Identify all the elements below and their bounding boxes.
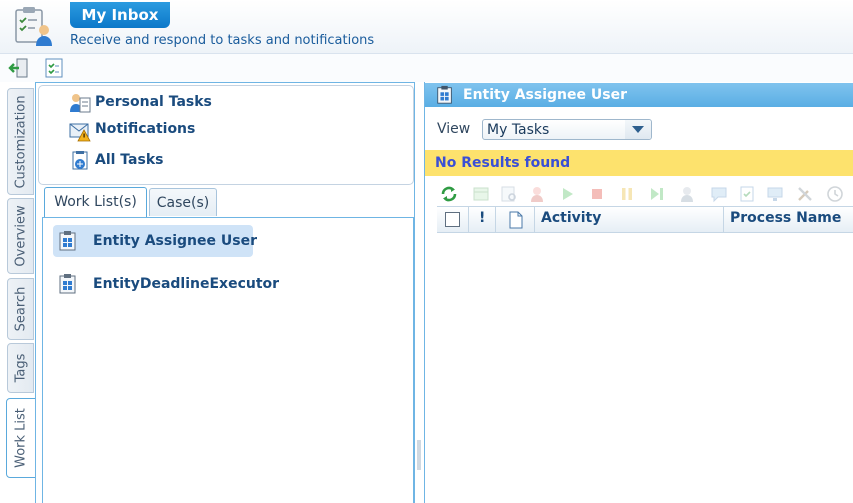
- open-task-icon: [473, 187, 489, 201]
- view-label: View: [437, 121, 471, 137]
- worklist-label: EntityDeadlineExecutor: [93, 276, 280, 292]
- side-tab-search[interactable]: Search: [7, 278, 34, 340]
- personal-tasks-icon: [70, 94, 91, 113]
- select-all-checkbox[interactable]: [445, 212, 460, 227]
- worklist-icon: [59, 274, 76, 294]
- task-action-toolbar: [436, 183, 853, 205]
- side-tab-label: Search: [13, 286, 28, 332]
- exit-icon[interactable]: [8, 57, 30, 79]
- preview-icon: [501, 186, 516, 202]
- column-priority-label: !: [479, 210, 486, 226]
- side-tab-label: Tags: [13, 353, 28, 383]
- nav-personal-tasks[interactable]: Personal Tasks: [95, 94, 212, 110]
- nav-all-tasks[interactable]: All Tasks: [95, 152, 163, 168]
- worklist-item-entity-deadline-executor[interactable]: EntityDeadlineExecutor: [53, 268, 279, 300]
- comment-icon: [711, 187, 727, 203]
- side-tab-label: Overview: [13, 205, 28, 267]
- column-activity[interactable]: Activity: [535, 207, 724, 232]
- stop-icon: [592, 189, 602, 199]
- assign-user-icon: [681, 187, 693, 202]
- tab-cases[interactable]: Case(s): [149, 188, 217, 216]
- worklist-icon: [437, 85, 452, 104]
- side-tab-label: Customization: [13, 94, 28, 189]
- view-select[interactable]: My Tasks: [482, 119, 652, 140]
- page-subtitle: Receive and respond to tasks and notific…: [70, 33, 375, 48]
- task-grid-header: ! Activity Process Name: [437, 206, 853, 233]
- no-results-banner: No Results found: [425, 150, 853, 176]
- nav-notifications[interactable]: Notifications: [95, 121, 195, 137]
- side-tab-overview[interactable]: Overview: [7, 198, 34, 274]
- notification-envelope-icon: [69, 123, 91, 142]
- tab-work-lists[interactable]: Work List(s): [44, 187, 147, 218]
- forward-icon: [651, 188, 663, 200]
- inbox-clipboard-user-icon: [15, 7, 52, 46]
- refresh-icon[interactable]: [440, 185, 458, 203]
- panel-splitter-handle[interactable]: [417, 440, 421, 470]
- all-tasks-icon: [72, 151, 88, 170]
- checklist-icon[interactable]: [43, 57, 65, 79]
- column-process-name[interactable]: Process Name: [724, 207, 853, 232]
- start-icon: [563, 188, 573, 200]
- document-icon: [509, 211, 523, 229]
- monitor-icon: [767, 187, 783, 201]
- column-select-all: [437, 207, 469, 232]
- app-header: My Inbox Receive and respond to tasks an…: [0, 0, 853, 54]
- right-panel: [424, 82, 853, 503]
- pause-icon: [622, 188, 632, 200]
- delegate-icon: [531, 187, 543, 202]
- column-activity-label: Activity: [541, 210, 602, 226]
- view-select-value: My Tasks: [487, 122, 550, 138]
- column-process-name-label: Process Name: [730, 210, 842, 226]
- worklist-label: Entity Assignee User: [93, 233, 257, 249]
- task-nav: Personal Tasks Notifications All Tasks: [38, 85, 414, 185]
- attachment-icon: [740, 186, 754, 202]
- side-tab-work-list[interactable]: Work List: [6, 398, 36, 478]
- worklist-icon: [59, 231, 76, 251]
- main-toolbar: [0, 54, 853, 82]
- page-title: My Inbox: [70, 2, 170, 28]
- right-panel-header: Entity Assignee User: [425, 83, 853, 107]
- worklist-panel: Entity Assignee User EntityDeadlineExecu…: [42, 217, 414, 503]
- side-tab-tags[interactable]: Tags: [7, 343, 34, 393]
- chevron-down-icon[interactable]: [625, 120, 651, 139]
- tools-icon: [798, 187, 812, 201]
- right-panel-title: Entity Assignee User: [463, 87, 627, 103]
- history-clock-icon: [827, 186, 843, 202]
- column-priority[interactable]: !: [469, 207, 496, 232]
- side-tab-customization[interactable]: Customization: [7, 88, 34, 195]
- side-tab-label: Work List: [13, 408, 29, 468]
- column-attachment[interactable]: [496, 207, 535, 232]
- worklist-item-entity-assignee-user[interactable]: Entity Assignee User: [53, 225, 257, 257]
